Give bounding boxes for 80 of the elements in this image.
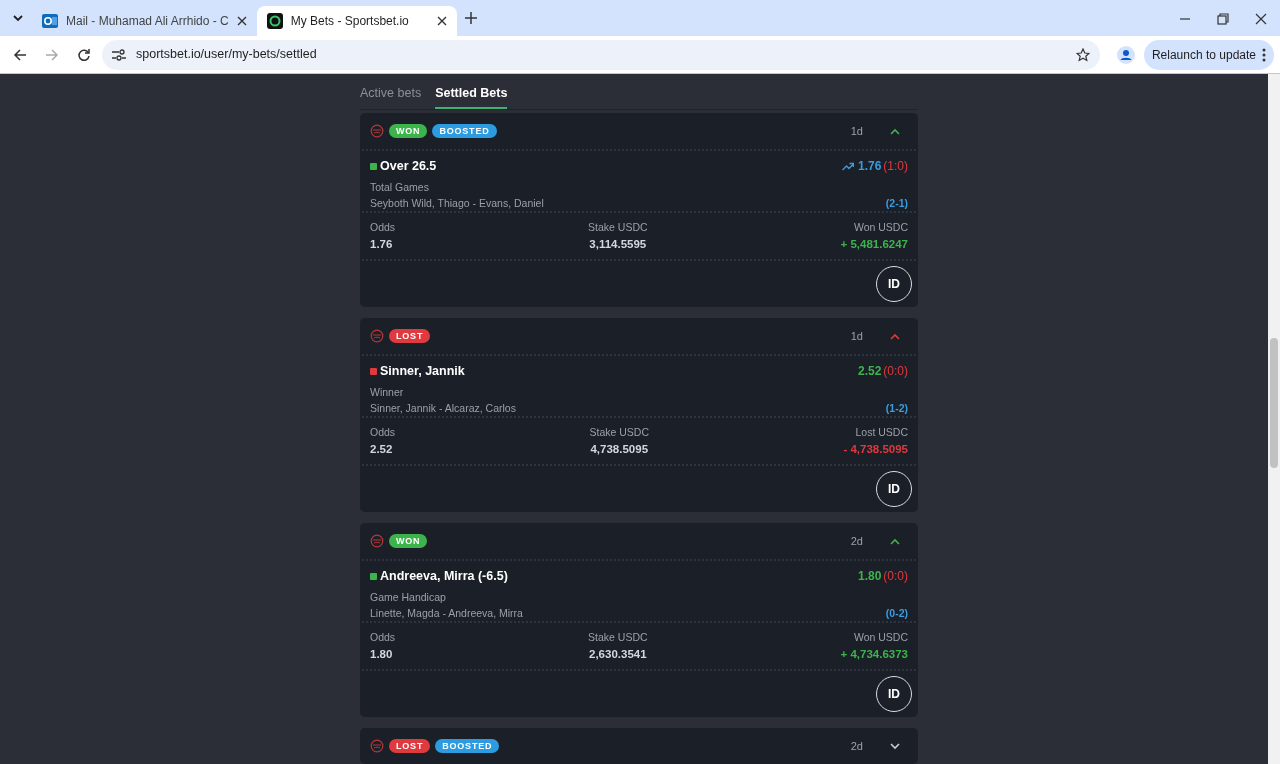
plus-icon[interactable] bbox=[464, 12, 477, 24]
selection-name: Sinner, Jannik bbox=[380, 363, 465, 380]
set-score: (2-1) bbox=[885, 195, 908, 211]
site-settings-icon[interactable] bbox=[112, 48, 126, 61]
bet-age: 1d bbox=[850, 123, 863, 139]
ball-icon bbox=[370, 329, 384, 343]
bets-tab[interactable]: Settled Bets bbox=[435, 74, 508, 109]
live-score: (1:0) bbox=[883, 158, 908, 176]
relaunch-button[interactable]: Relaunch to update bbox=[1143, 39, 1274, 70]
close-icon[interactable] bbox=[436, 16, 447, 26]
return-label: Won USDC bbox=[853, 630, 908, 645]
selection-odds: 1.76 bbox=[857, 158, 882, 176]
result-marker bbox=[370, 572, 377, 580]
set-score: (0-2) bbox=[885, 605, 908, 621]
ring-icon bbox=[266, 13, 283, 29]
star-icon[interactable] bbox=[1075, 47, 1090, 62]
back-icon[interactable] bbox=[13, 47, 27, 62]
chevron-up-icon[interactable] bbox=[890, 537, 900, 545]
stake-label: Stake USDC bbox=[588, 630, 648, 645]
odds-value: 1.76 bbox=[370, 236, 393, 252]
odds-label: Odds bbox=[370, 630, 396, 645]
selection-name: Over 26.5 bbox=[380, 158, 437, 175]
status-badge: WON bbox=[389, 124, 428, 138]
ball-icon bbox=[370, 534, 384, 548]
bets-tab[interactable]: Active bets bbox=[360, 74, 422, 109]
close-icon[interactable] bbox=[236, 16, 247, 26]
bet-age: 1d bbox=[850, 328, 863, 344]
selection-name: Andreeva, Mirra (-6.5) bbox=[380, 568, 508, 585]
stake-value: 2,630.3541 bbox=[589, 646, 647, 662]
chevron-up-icon[interactable] bbox=[890, 127, 900, 135]
reload-icon[interactable] bbox=[77, 47, 91, 62]
status-badge: LOST bbox=[389, 739, 431, 753]
selection-odds: 1.80 bbox=[857, 568, 882, 586]
boosted-badge: BOOSTED bbox=[432, 124, 497, 138]
boosted-badge: BOOSTED bbox=[435, 739, 500, 753]
odds-label: Odds bbox=[370, 425, 396, 440]
event-name: Sinner, Jannik - Alcaraz, Carlos bbox=[370, 400, 516, 416]
odds-value: 1.80 bbox=[370, 646, 393, 662]
return-label: Lost USDC bbox=[855, 425, 908, 440]
dropdown-icon[interactable] bbox=[12, 12, 24, 24]
bet-age: 2d bbox=[850, 738, 863, 754]
close-icon[interactable] bbox=[1255, 12, 1267, 25]
address-field[interactable]: sportsbet.io/user/my-bets/settled bbox=[102, 39, 1100, 70]
ball-icon bbox=[370, 739, 384, 753]
bet-age: 2d bbox=[850, 533, 863, 549]
market-name: Game Handicap bbox=[370, 589, 447, 605]
return-value: + 4,734.6373 bbox=[840, 646, 908, 662]
url-text: sportsbet.io/user/my-bets/settled bbox=[136, 46, 318, 64]
event-name: Seyboth Wild, Thiago - Evans, Daniel bbox=[370, 195, 544, 211]
status-badge: LOST bbox=[389, 329, 431, 343]
browser-tab[interactable]: Mail - Muhamad Ali Arrhido - C bbox=[32, 6, 257, 36]
selection-odds: 2.52 bbox=[857, 363, 882, 381]
scrollbar[interactable] bbox=[1268, 74, 1280, 764]
ball-icon bbox=[370, 124, 384, 138]
mail-icon bbox=[42, 13, 58, 29]
return-value: - 4,738.5095 bbox=[843, 441, 908, 457]
profile-icon[interactable] bbox=[1116, 45, 1135, 64]
chevron-down-icon[interactable] bbox=[890, 742, 900, 750]
stake-label: Stake USDC bbox=[589, 425, 649, 440]
scrollbar-thumb[interactable] bbox=[1270, 338, 1278, 468]
stake-value: 3,114.5595 bbox=[589, 236, 647, 252]
stake-label: Stake USDC bbox=[588, 220, 648, 235]
set-score: (1-2) bbox=[885, 400, 908, 416]
result-marker bbox=[370, 162, 377, 170]
event-name: Linette, Magda - Andreeva, Mirra bbox=[370, 605, 523, 621]
result-marker bbox=[370, 367, 377, 375]
stake-value: 4,738.5095 bbox=[590, 441, 649, 457]
restore-icon[interactable] bbox=[1217, 12, 1229, 25]
chevron-up-icon[interactable] bbox=[890, 332, 900, 340]
odds-value: 2.52 bbox=[370, 441, 393, 457]
live-score: (0:0) bbox=[883, 363, 908, 381]
status-badge: WON bbox=[389, 534, 428, 548]
market-name: Winner bbox=[370, 384, 405, 400]
odds-label: Odds bbox=[370, 220, 396, 235]
return-label: Won USDC bbox=[853, 220, 908, 235]
return-value: + 5,481.6247 bbox=[840, 236, 908, 252]
live-score: (0:0) bbox=[883, 568, 908, 586]
market-name: Total Games bbox=[370, 179, 430, 195]
browser-tab[interactable]: My Bets - Sportsbet.io bbox=[256, 6, 457, 36]
more-icon[interactable] bbox=[1262, 47, 1266, 62]
